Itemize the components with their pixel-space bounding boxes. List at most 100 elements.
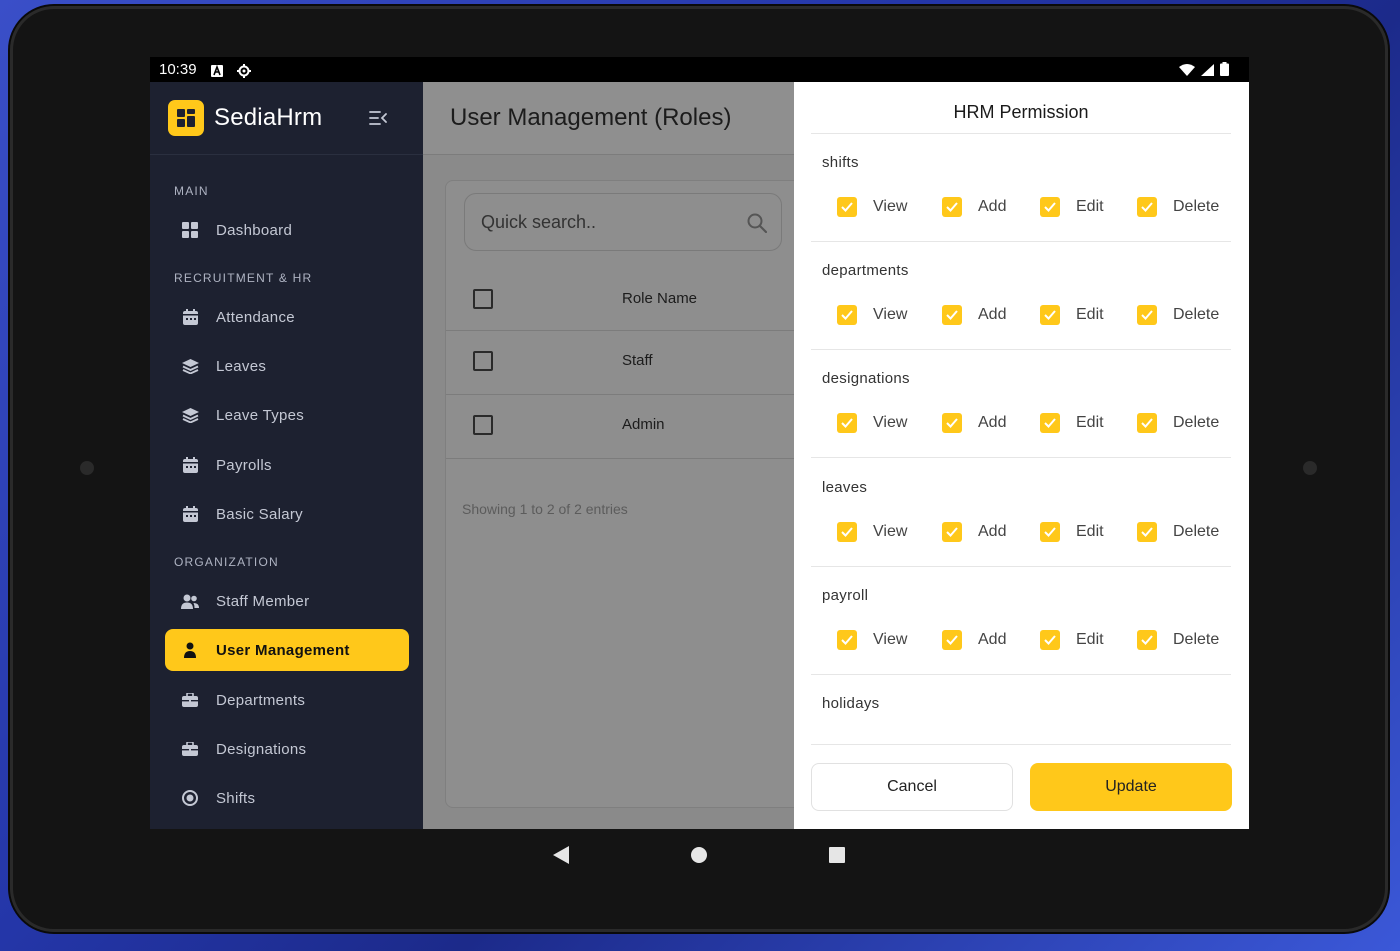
wifi-icon bbox=[1179, 63, 1195, 80]
sidebar-item-user-management[interactable]: User Management bbox=[165, 629, 409, 671]
home-icon[interactable] bbox=[691, 847, 707, 868]
calendar-icon bbox=[181, 505, 199, 523]
permission-checkbox-delete[interactable]: Delete bbox=[1137, 413, 1219, 433]
sidebar-item-designations[interactable]: Designations bbox=[165, 728, 409, 770]
sidebar-item-leave-types[interactable]: Leave Types bbox=[165, 394, 409, 436]
checkbox-checked-icon[interactable] bbox=[837, 197, 857, 217]
calendar-icon bbox=[181, 308, 199, 326]
menu-collapse-icon[interactable] bbox=[369, 111, 387, 130]
checkbox-checked-icon[interactable] bbox=[942, 522, 962, 542]
checkbox-checked-icon[interactable] bbox=[1040, 630, 1060, 650]
permission-checkbox-delete[interactable]: Delete bbox=[1137, 630, 1219, 650]
permission-option-label: Delete bbox=[1173, 523, 1220, 540]
permission-option-label: Delete bbox=[1173, 198, 1220, 215]
checkbox-checked-icon[interactable] bbox=[837, 305, 857, 325]
row-checkbox[interactable] bbox=[473, 415, 493, 435]
sidebar-item-label: Leaves bbox=[216, 357, 267, 375]
permission-checkbox-edit[interactable]: Edit bbox=[1040, 630, 1104, 650]
sidebar-item-shifts[interactable]: Shifts bbox=[165, 777, 409, 819]
permission-checkbox-view[interactable]: View bbox=[837, 197, 907, 217]
select-all-checkbox[interactable] bbox=[473, 289, 493, 309]
permission-checkbox-add[interactable]: Add bbox=[942, 522, 1006, 542]
recents-icon[interactable] bbox=[829, 847, 845, 868]
permission-checkbox-edit[interactable]: Edit bbox=[1040, 413, 1104, 433]
checkbox-checked-icon[interactable] bbox=[1040, 305, 1060, 325]
checkbox-checked-icon[interactable] bbox=[1040, 197, 1060, 217]
permission-group-leaves: leaves View Add Edit Delete bbox=[811, 459, 1231, 567]
permission-option-label: Edit bbox=[1076, 631, 1104, 648]
permission-checkbox-delete[interactable]: Delete bbox=[1137, 197, 1219, 217]
permission-checkbox-add[interactable]: Add bbox=[942, 197, 1006, 217]
sidebar-item-label: Leave Types bbox=[216, 406, 305, 424]
checkbox-checked-icon[interactable] bbox=[942, 630, 962, 650]
role-name-cell: Staff bbox=[622, 352, 653, 369]
sidebar-item-basic-salary[interactable]: Basic Salary bbox=[165, 493, 409, 535]
permission-checkbox-view[interactable]: View bbox=[837, 305, 907, 325]
permission-checkbox-view[interactable]: View bbox=[837, 413, 907, 433]
sidebar-item-staff-member[interactable]: Staff Member bbox=[165, 580, 409, 622]
permission-checkbox-view[interactable]: View bbox=[837, 630, 907, 650]
permission-option-label: Add bbox=[978, 631, 1007, 648]
permission-group-shifts: shifts View Add Edit Delete bbox=[811, 134, 1231, 242]
users-icon bbox=[181, 592, 199, 610]
section-recruitment-label: RECRUITMENT & HR bbox=[174, 271, 313, 285]
sidebar-item-label: Staff Member bbox=[216, 592, 310, 610]
permission-group-designations: designations View Add Edit Delete bbox=[811, 350, 1231, 458]
permission-option-label: View bbox=[873, 523, 908, 540]
checkbox-checked-icon[interactable] bbox=[942, 197, 962, 217]
permission-option-label: Edit bbox=[1076, 414, 1104, 431]
checkbox-checked-icon[interactable] bbox=[1040, 522, 1060, 542]
permission-checkbox-add[interactable]: Add bbox=[942, 630, 1006, 650]
sidebar-item-label: Attendance bbox=[216, 308, 295, 326]
permission-option-label: View bbox=[873, 306, 908, 323]
permission-checkbox-edit[interactable]: Edit bbox=[1040, 197, 1104, 217]
checkbox-checked-icon[interactable] bbox=[942, 305, 962, 325]
briefcase-icon bbox=[181, 740, 199, 758]
permission-option-label: Add bbox=[978, 198, 1007, 215]
checkbox-checked-icon[interactable] bbox=[1040, 413, 1060, 433]
battery-icon bbox=[1220, 62, 1229, 80]
sidebar-item-leaves[interactable]: Leaves bbox=[165, 345, 409, 387]
checkbox-checked-icon[interactable] bbox=[1137, 305, 1157, 325]
permission-checkbox-delete[interactable]: Delete bbox=[1137, 522, 1219, 542]
checkbox-checked-icon[interactable] bbox=[1137, 630, 1157, 650]
column-header-role-name: Role Name bbox=[622, 290, 698, 307]
update-button[interactable]: Update bbox=[1030, 763, 1232, 811]
checkbox-checked-icon[interactable] bbox=[837, 630, 857, 650]
search-placeholder: Quick search.. bbox=[481, 211, 597, 232]
permission-options: View Add Edit Delete bbox=[837, 197, 1227, 219]
permission-option-label: Edit bbox=[1076, 198, 1104, 215]
sidebar-item-departments[interactable]: Departments bbox=[165, 679, 409, 721]
permission-checkbox-edit[interactable]: Edit bbox=[1040, 522, 1104, 542]
permission-group-payroll: payroll View Add Edit Delete bbox=[811, 567, 1231, 675]
checkbox-checked-icon[interactable] bbox=[1137, 197, 1157, 217]
checkbox-checked-icon[interactable] bbox=[837, 413, 857, 433]
search-icon[interactable] bbox=[747, 213, 768, 238]
search-input[interactable]: Quick search.. bbox=[464, 193, 782, 251]
permission-checkbox-delete[interactable]: Delete bbox=[1137, 305, 1219, 325]
cancel-button[interactable]: Cancel bbox=[811, 763, 1013, 811]
sidebar-item-label: Payrolls bbox=[216, 456, 272, 474]
permission-checkbox-edit[interactable]: Edit bbox=[1040, 305, 1104, 325]
checkbox-checked-icon[interactable] bbox=[837, 522, 857, 542]
checkbox-checked-icon[interactable] bbox=[1137, 522, 1157, 542]
permission-checkbox-view[interactable]: View bbox=[837, 522, 907, 542]
row-checkbox[interactable] bbox=[473, 351, 493, 371]
permission-checkbox-add[interactable]: Add bbox=[942, 305, 1006, 325]
sidebar-item-attendance[interactable]: Attendance bbox=[165, 296, 409, 338]
permission-group-name: shifts bbox=[822, 154, 859, 171]
panel-title: HRM Permission bbox=[811, 82, 1231, 134]
back-icon[interactable] bbox=[553, 846, 569, 869]
section-organization-label: ORGANIZATION bbox=[174, 555, 279, 569]
settings-gear-icon bbox=[236, 63, 251, 78]
sidebar-item-dashboard[interactable]: Dashboard bbox=[165, 209, 409, 251]
screen: 10:39 SediaHrm MAIN Dashboard RECRUITMEN… bbox=[150, 57, 1249, 829]
camera-dot-left bbox=[80, 461, 94, 475]
checkbox-checked-icon[interactable] bbox=[942, 413, 962, 433]
checkbox-checked-icon[interactable] bbox=[1137, 413, 1157, 433]
permission-option-label: Delete bbox=[1173, 414, 1220, 431]
sidebar-item-payrolls[interactable]: Payrolls bbox=[165, 444, 409, 486]
briefcase-icon bbox=[181, 691, 199, 709]
permission-checkbox-add[interactable]: Add bbox=[942, 413, 1006, 433]
camera-dot-right bbox=[1303, 461, 1317, 475]
